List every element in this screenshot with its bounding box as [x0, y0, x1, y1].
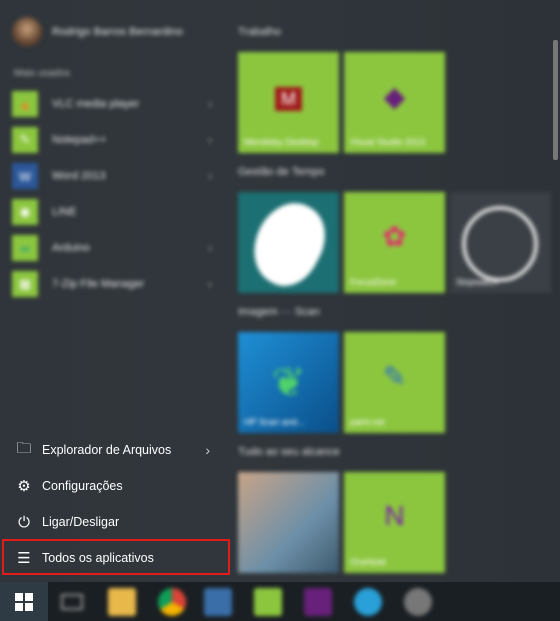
chevron-right-icon[interactable]: › — [208, 277, 212, 291]
tile-visual-studio[interactable]: ◆ Visual Studio 2013 — [344, 52, 445, 153]
group-title-image: Imagem ··· Scan — [238, 306, 320, 318]
evernote-icon — [240, 192, 338, 293]
visual-studio-icon[interactable] — [304, 588, 332, 616]
windows-icon — [15, 592, 33, 611]
tile-label: HP Scan and... — [244, 416, 305, 427]
app-item-line[interactable]: ◉ LINE — [12, 194, 212, 230]
chrome-icon[interactable] — [158, 588, 186, 616]
notepad-plus-icon: ✎ — [12, 127, 38, 153]
7zip-icon: ▦ — [12, 271, 38, 297]
scan-icon[interactable] — [204, 588, 232, 616]
chevron-right-icon[interactable]: › — [208, 133, 212, 147]
taskbar — [0, 582, 560, 621]
user-name: Rodrigo Barros Bernardino — [52, 26, 183, 38]
menu-label: Configurações — [42, 479, 123, 493]
start-menu: Rodrigo Barros Bernardino Mais usados ▲ … — [0, 0, 560, 582]
avatar — [12, 17, 42, 47]
chevron-right-icon[interactable]: › — [208, 169, 212, 183]
file-explorer-icon[interactable] — [108, 588, 136, 616]
tile-label: Mendeley Desktop — [244, 136, 319, 147]
butterfly-icon: ❦ — [271, 361, 306, 405]
highlight-box — [2, 539, 230, 575]
menu-item-file-explorer[interactable]: 🗀 Explorador de Arquivos › — [0, 432, 236, 468]
most-used-label: Mais usados — [14, 68, 71, 79]
gear-icon: ⚙ — [17, 478, 31, 495]
group-title-work: Trabalho — [238, 26, 282, 38]
tomato-icon: ✿ — [382, 221, 407, 252]
power-icon: ⏻ — [18, 513, 30, 531]
notepad-plus-icon[interactable] — [254, 588, 282, 616]
scrollbar[interactable] — [553, 40, 558, 160]
group-title-time: Gestão de Tempo — [238, 166, 325, 178]
task-view-icon[interactable] — [58, 588, 86, 616]
tile-mendeley[interactable]: M Mendeley Desktop — [238, 52, 339, 153]
menu-label: Explorador de Arquivos — [42, 443, 172, 457]
tile-onenote[interactable]: N OneNote — [344, 472, 445, 573]
tile-photos[interactable] — [238, 472, 339, 573]
app-label: LINE — [52, 206, 77, 218]
tile-evernote[interactable] — [238, 192, 339, 293]
app-label: 7-Zip File Manager — [52, 278, 145, 290]
vlc-icon: ▲ — [12, 91, 38, 117]
app-item-notepad[interactable]: ✎ Notepad++ › — [12, 122, 212, 158]
onenote-icon: N — [384, 500, 405, 531]
chevron-right-icon[interactable]: › — [205, 442, 210, 458]
menu-item-power[interactable]: ⏻ Ligar/Desligar — [0, 504, 236, 540]
user-account[interactable]: Rodrigo Barros Bernardino — [12, 16, 183, 48]
tile-label: OneNote — [350, 556, 387, 567]
tile-focus[interactable]: ✿ FocusDone — [344, 192, 445, 293]
most-used-list: ▲ VLC media player › ✎ Notepad++ › W Wor… — [12, 86, 212, 302]
tile-label: Visual Studio 2013 — [350, 136, 425, 147]
app-item-7zip[interactable]: ▦ 7-Zip File Manager › — [12, 266, 212, 302]
tile-hp-scan[interactable]: ❦ HP Scan and... — [238, 332, 339, 433]
line-icon: ◉ — [12, 199, 38, 225]
app-item-vlc[interactable]: ▲ VLC media player › — [12, 86, 212, 122]
tile-label: FocusDone — [350, 276, 397, 287]
app-label: Notepad++ — [52, 134, 107, 146]
app-label: Arduino — [52, 242, 90, 254]
group-title-everything: Tudo ao seu alcance — [238, 446, 340, 458]
chevron-right-icon[interactable]: › — [208, 241, 212, 255]
folder-icon: 🗀 — [16, 439, 32, 457]
settings-app-icon[interactable] — [404, 588, 432, 616]
start-button[interactable] — [0, 582, 48, 621]
app-item-word[interactable]: W Word 2013 › — [12, 158, 212, 194]
visual-studio-icon: ◆ — [383, 81, 406, 112]
tile-stopwatch[interactable]: Stopwatch — [450, 192, 551, 293]
app-item-arduino[interactable]: ∞ Arduino › — [12, 230, 212, 266]
mendeley-icon: M — [238, 80, 339, 112]
tile-label: Stopwatch — [456, 276, 499, 287]
app-icon[interactable] — [354, 588, 382, 616]
app-label: Word 2013 — [52, 170, 106, 182]
word-icon: W — [12, 163, 38, 189]
paint-icon: ✎ — [382, 361, 407, 392]
menu-label: Ligar/Desligar — [42, 515, 120, 529]
tile-paint[interactable]: ✎ paint.net — [344, 332, 445, 433]
app-label: VLC media player — [52, 98, 140, 110]
arduino-icon: ∞ — [12, 235, 38, 261]
menu-item-settings[interactable]: ⚙ Configurações — [0, 468, 236, 504]
chevron-right-icon[interactable]: › — [208, 97, 212, 111]
stopwatch-icon — [462, 206, 538, 282]
tile-label: paint.net — [350, 416, 385, 427]
